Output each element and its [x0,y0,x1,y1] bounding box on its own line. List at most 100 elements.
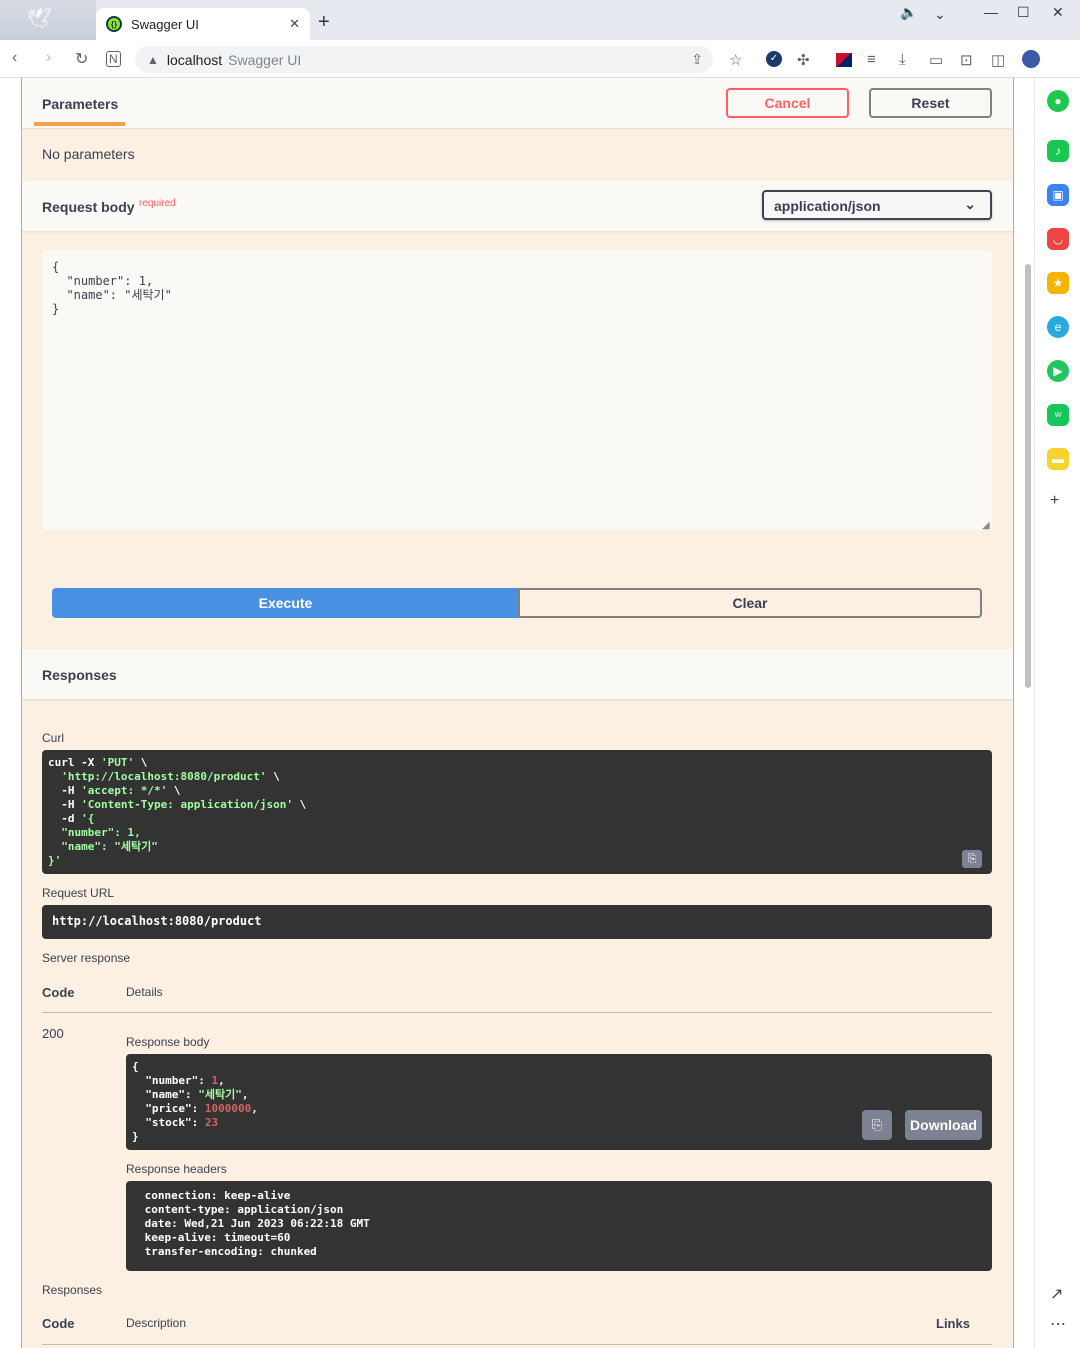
required-marker: required [139,198,176,209]
cancel-button[interactable]: Cancel [726,88,849,118]
response-body-line: } [132,1130,986,1144]
window-close-icon[interactable]: ✕ [1052,4,1064,21]
curl-token: \ [134,756,148,769]
check-shield-icon[interactable]: ✓ [766,51,782,67]
parameters-tab-underline [34,122,125,126]
capture-icon[interactable]: ⊡ [960,51,973,69]
curl-token: \ [293,798,307,811]
browser-tab-swagger[interactable]: {} Swagger UI ✕ [96,8,310,40]
warning-icon[interactable]: ▲ [147,53,159,67]
back-icon[interactable]: ‹ [12,49,17,67]
download-icon[interactable]: ⤓ [899,51,906,68]
curl-token: curl -X [48,756,101,769]
more-icon[interactable]: ⋯ [1050,1314,1066,1334]
execute-button[interactable]: Execute [52,588,519,618]
details-column-header: Details [126,985,163,999]
close-tab-icon[interactable]: ✕ [289,16,300,32]
responses-title: Responses [42,667,117,683]
json-key: "number": [132,1074,212,1087]
content-type-select[interactable]: application/json ⌄ [762,190,992,220]
scrollbar-thumb[interactable] [1025,264,1031,688]
bell-icon[interactable]: ♪ [1047,140,1069,162]
code-column-header-2: Code [42,1316,75,1331]
tab-title: Swagger UI [131,16,199,32]
response-body-line: "price": 1000000, [132,1102,986,1116]
clear-button[interactable]: Clear [518,588,982,618]
curl-token [48,770,61,783]
response-body-line: { [132,1060,986,1074]
description-column-header: Description [126,1316,187,1330]
reading-list-icon[interactable]: ≡ [867,51,876,68]
notes-icon[interactable]: ▬ [1047,448,1069,470]
request-url-label: Request URL [42,886,115,900]
response-body-line: "number": 1, [132,1074,986,1088]
responses-header: Responses [22,649,1013,699]
flag-translate-icon[interactable] [836,53,852,67]
curl-line: }' [48,854,986,868]
json-value: 1000000 [204,1102,252,1115]
parameters-header: Parameters Cancel Reset [22,78,1013,128]
json-value: "세탁기" [198,1088,242,1101]
reload-icon[interactable]: ↻ [75,49,88,69]
json-value: } [132,1130,139,1143]
curl-string: 'accept: */*' [81,784,168,797]
briefcase-icon[interactable]: ▣ [1047,184,1069,206]
download-button[interactable]: Download [905,1110,982,1140]
copy-curl-icon[interactable]: ⎘ [962,850,982,868]
curl-token: -d [48,812,82,825]
copy-response-icon[interactable]: ⎘ [862,1110,892,1140]
bird-icon: 🕊 [26,8,52,30]
curl-line: -H 'accept: */*' \ [48,784,986,798]
chevron-down-icon[interactable]: ⌄ [934,6,946,23]
new-tab-icon[interactable]: + [318,11,330,34]
pocket-icon[interactable]: ◡ [1047,228,1069,250]
request-body-editor[interactable]: { "number": 1, "name": "세탁기" } [42,250,992,530]
curl-string: '{ [81,812,95,825]
curl-string: 'PUT' [100,756,135,769]
green-dot-app-icon[interactable]: ● [1047,90,1069,112]
media-icon[interactable]: ▭ [929,51,943,69]
server-response-label: Server response [42,951,131,965]
naver-n-icon[interactable]: N [106,51,121,67]
curl-token: \ [266,770,280,783]
curl-string: 'Content-Type: application/json' [81,798,294,811]
json-separator: , [218,1074,225,1087]
address-toolbar: ‹ › ↻ N ▲ localhost Swagger UI ⇪ ☆ ✓ ✣ ≡… [0,40,1080,78]
curl-token: \ [167,784,181,797]
profile-avatar[interactable] [1022,50,1040,68]
parameters-tab[interactable]: Parameters [42,96,118,112]
address-title: Swagger UI [228,51,302,68]
content-type-value: application/json [774,198,881,214]
favorites-icon[interactable]: ☆ [729,51,742,69]
curl-string: "number": 1, [48,826,141,839]
json-key: "price": [132,1102,205,1115]
external-link-icon[interactable]: ↗ [1050,1284,1063,1304]
page-scrollbar[interactable] [1022,78,1034,1348]
responses-list-label: Responses [42,1283,103,1297]
edge-icon[interactable]: e [1047,316,1069,338]
code-column-header: Code [42,985,75,1000]
reset-button[interactable]: Reset [869,88,992,118]
curl-token: -H [48,798,82,811]
address-bar[interactable]: ▲ localhost Swagger UI ⇪ [135,46,713,73]
json-value: 23 [204,1116,219,1129]
webtoon-icon[interactable]: W [1047,404,1069,426]
play-icon[interactable]: ▶ [1047,360,1069,382]
request-body-title: Request body [42,199,135,215]
split-view-icon[interactable]: ◫ [991,51,1005,69]
response-headers-code-block[interactable]: connection: keep-alive content-type: app… [126,1181,992,1271]
speaker-icon[interactable]: 🔈 [900,4,917,21]
add-icon[interactable]: + [1050,492,1059,510]
share-icon[interactable]: ⇪ [691,51,703,68]
json-separator: , [241,1088,249,1101]
json-key: "name": [132,1088,199,1101]
maximize-icon[interactable]: ☐ [1017,4,1030,21]
extensions-icon[interactable]: ✣ [797,51,810,69]
curl-token: -H [48,784,82,797]
curl-line: -H 'Content-Type: application/json' \ [48,798,986,812]
forward-icon[interactable]: › [46,49,51,67]
star-icon[interactable]: ★ [1047,272,1069,294]
curl-code-block[interactable]: curl -X 'PUT' \ 'http://localhost:8080/p… [42,750,992,874]
minimize-icon[interactable]: — [984,4,998,20]
request-url-value[interactable]: http://localhost:8080/product [42,905,992,939]
